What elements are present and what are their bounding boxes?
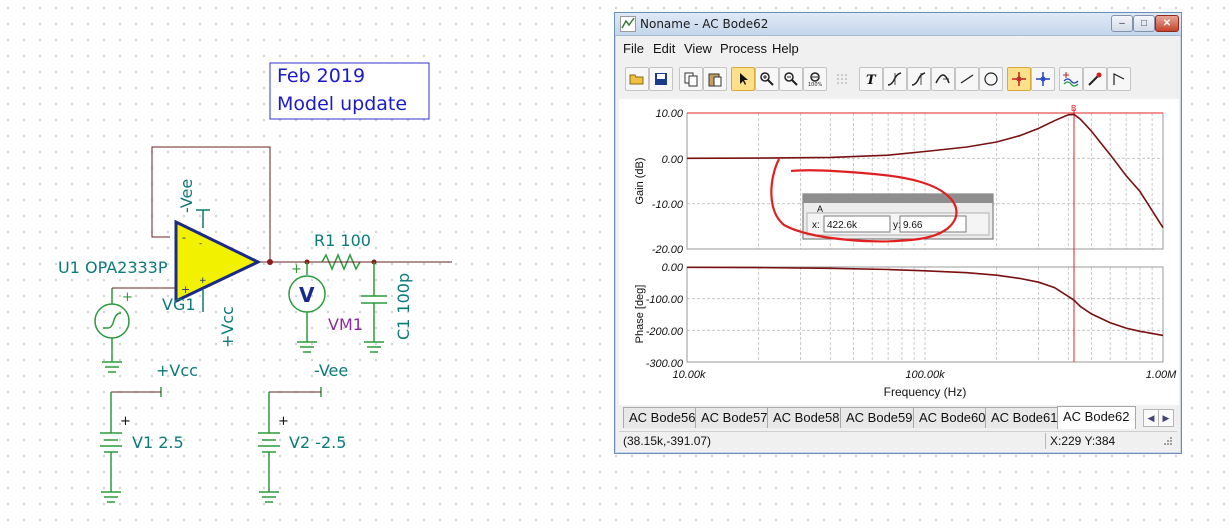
marker-cross-icon[interactable] xyxy=(1007,67,1031,91)
schematic-canvas[interactable]: Feb 2019 Model update - + - + -Vee +Vcc … xyxy=(0,0,610,532)
tab-ac-bode59[interactable]: AC Bode59 xyxy=(840,407,919,428)
step-icon[interactable] xyxy=(1107,67,1131,91)
v1-label: V1 2.5 xyxy=(132,433,184,452)
title-bar[interactable]: Noname - AC Bode62 – □ ✕ xyxy=(615,13,1181,36)
maximize-button[interactable]: □ xyxy=(1133,15,1155,32)
open-folder-icon[interactable] xyxy=(625,67,649,91)
x-tick-label: 10.00k xyxy=(672,369,706,381)
tab-ac-bode56[interactable]: AC Bode56 xyxy=(623,407,702,428)
line-icon[interactable] xyxy=(955,67,979,91)
voltmeter-plus-sign: + xyxy=(291,262,302,277)
cursor-b-icon[interactable] xyxy=(907,67,931,91)
x-tick-label: 100.00k xyxy=(905,369,945,381)
opamp-vee-label: -Vee xyxy=(177,179,196,213)
gain-axis-label: Gain (dB) xyxy=(634,157,646,204)
cursor-a-icon[interactable] xyxy=(883,67,907,91)
toolbar: 100% T xyxy=(621,65,1177,95)
curves-icon[interactable] xyxy=(1059,67,1083,91)
cursor-x-label: x: xyxy=(812,220,820,231)
menu-edit[interactable]: Edit xyxy=(653,41,675,56)
zoom-100-icon[interactable]: 100% xyxy=(803,67,827,91)
status-cursor-position: X:229 Y:384 xyxy=(1050,434,1116,448)
bode-plot[interactable]: 10.00 0.00 -10.00 -20.00 Gain (dB) 0.00 … xyxy=(619,99,1179,405)
copy-icon[interactable] xyxy=(679,67,703,91)
opamp-label: U1 OPA2333P xyxy=(58,258,168,277)
marker-cross-blue-icon[interactable] xyxy=(1031,67,1055,91)
menu-view[interactable]: View xyxy=(684,41,712,56)
marker-label: B xyxy=(1071,104,1076,113)
grid-icon[interactable] xyxy=(831,67,855,91)
tab-ac-bode60[interactable]: AC Bode60 xyxy=(913,407,992,428)
gain-tick-label: -20.00 xyxy=(652,244,684,256)
tab-scroll-right-icon[interactable]: ▶ xyxy=(1158,409,1174,427)
status-coordinates: (38.15k,-391.07) xyxy=(623,434,712,448)
gain-tick-label: 10.00 xyxy=(655,108,683,120)
source-label: VG1 xyxy=(162,295,196,314)
tab-ac-bode57[interactable]: AC Bode57 xyxy=(695,407,774,428)
phase-tick-label: 0.00 xyxy=(662,262,684,274)
text-icon[interactable]: T xyxy=(859,67,883,91)
menu-process[interactable]: Process xyxy=(720,41,767,56)
save-icon[interactable] xyxy=(649,67,673,91)
select-arrow-icon[interactable] xyxy=(731,67,755,91)
resistor-r1[interactable] xyxy=(320,253,374,271)
voltmeter-symbol: V xyxy=(299,283,315,307)
cursor-readout-box[interactable]: A x: 422.6k y: 9.66 xyxy=(802,193,994,240)
cursor-y-value: 9.66 xyxy=(903,220,923,231)
menu-bar: File Edit View Process Help xyxy=(615,39,1181,59)
tab-ac-bode58[interactable]: AC Bode58 xyxy=(767,407,846,428)
cursor-fz-icon[interactable] xyxy=(931,67,955,91)
x-axis-label: Frequency (Hz) xyxy=(884,385,967,399)
vcc-rail-label: +Vcc xyxy=(156,361,198,380)
opamp-vcc-label: +Vcc xyxy=(218,306,237,348)
menu-file[interactable]: File xyxy=(623,41,644,56)
source-plus-sign: + xyxy=(122,290,133,305)
resize-grip-icon[interactable] xyxy=(1163,436,1173,446)
note-line-1: Feb 2019 xyxy=(277,65,365,87)
v2-plus-sign: + xyxy=(278,414,289,429)
status-bar: (38.15k,-391.07) X:229 Y:384 xyxy=(619,431,1177,451)
window-title: Noname - AC Bode62 xyxy=(640,17,769,31)
resistor-label: R1 100 xyxy=(314,231,371,250)
menu-help[interactable]: Help xyxy=(772,41,799,56)
tab-ac-bode62[interactable]: AC Bode62 xyxy=(1057,406,1136,429)
bode-window[interactable]: Noname - AC Bode62 – □ ✕ File Edit View … xyxy=(614,12,1182,454)
x-tick-label: 1.00M xyxy=(1146,369,1177,381)
paste-icon[interactable] xyxy=(703,67,727,91)
voltmeter-label: VM1 xyxy=(328,315,363,334)
minimize-button[interactable]: – xyxy=(1111,15,1133,32)
probe-icon[interactable] xyxy=(1083,67,1107,91)
tab-strip: AC Bode56 AC Bode57 AC Bode58 AC Bode59 … xyxy=(623,406,1175,429)
vee-rail-label: -Vee xyxy=(314,361,348,380)
zoom-in-icon[interactable] xyxy=(755,67,779,91)
circle-icon[interactable] xyxy=(979,67,1003,91)
phase-axis-label: Phase [deg] xyxy=(634,285,646,344)
capacitor-label: C1 100p xyxy=(394,273,413,340)
zoom-out-icon[interactable] xyxy=(779,67,803,91)
app-icon xyxy=(620,16,636,32)
gain-tick-label: -10.00 xyxy=(652,199,684,211)
opamp-supply-minus: - xyxy=(199,239,202,249)
junction-dot xyxy=(267,259,273,265)
text-icon-glyph: T xyxy=(866,73,877,87)
status-separator xyxy=(1045,433,1046,449)
opamp-supply-plus: + xyxy=(199,276,207,286)
capacitor-c1[interactable] xyxy=(361,262,387,353)
svg-text:100%: 100% xyxy=(808,82,823,87)
note-line-2: Model update xyxy=(277,93,407,115)
cursor-x-value: 422.6k xyxy=(827,220,858,231)
tab-scroll-left-icon[interactable]: ◀ xyxy=(1143,409,1159,427)
v2-label: V2 -2.5 xyxy=(289,433,346,452)
phase-tick-label: -100.00 xyxy=(646,294,684,306)
close-button[interactable]: ✕ xyxy=(1155,15,1179,32)
phase-tick-label: -200.00 xyxy=(646,326,684,338)
tab-ac-bode61[interactable]: AC Bode61 xyxy=(985,407,1064,428)
v1-plus-sign: + xyxy=(120,414,131,429)
opamp-minus-pin: - xyxy=(182,231,186,244)
gain-tick-label: 0.00 xyxy=(662,154,684,166)
